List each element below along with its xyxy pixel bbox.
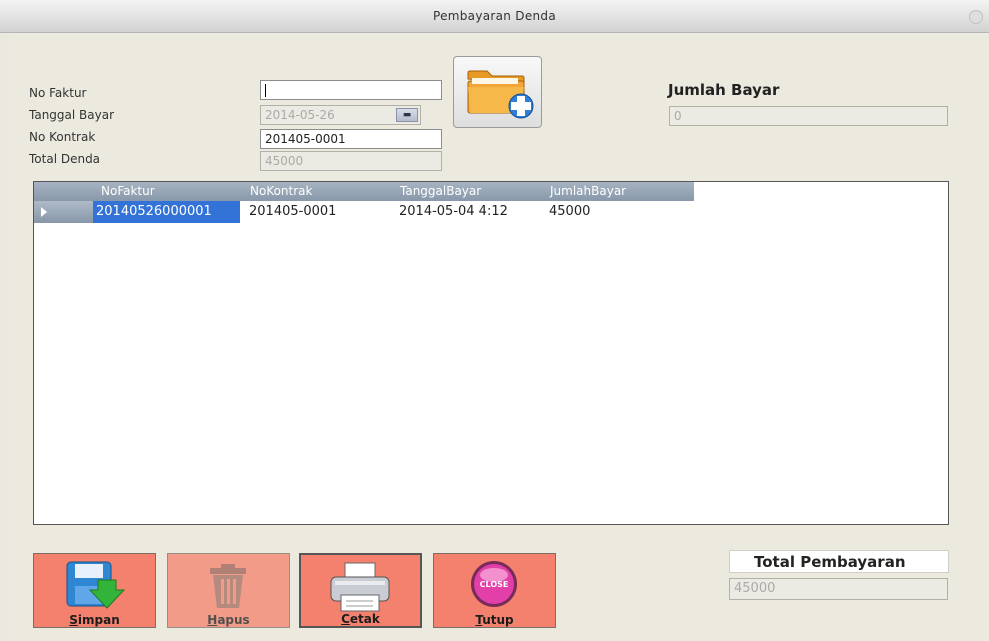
folder-add-icon [467, 70, 534, 119]
column-header-nofaktur[interactable]: NoFaktur [101, 184, 155, 198]
table-row[interactable]: 20140526000001 201405-0001 2014-05-04 4:… [34, 201, 694, 223]
text-cursor [265, 84, 266, 97]
cell-tanggalbayar[interactable]: 2014-05-04 4:12 [399, 204, 508, 219]
trash-icon [210, 564, 246, 608]
grid-header: NoFaktur NoKontrak TanggalBayar JumlahBa… [34, 182, 694, 201]
cell-jumlahbayar[interactable]: 45000 [549, 204, 590, 219]
total-pembayaran-value: 45000 [734, 581, 776, 596]
close-badge-text: CLOSE [480, 580, 509, 589]
simpan-label: Simpan [69, 613, 120, 627]
cetak-label: Cetak [341, 612, 380, 626]
simpan-button[interactable]: Simpan [33, 553, 156, 628]
no-kontrak-value: 201405-0001 [265, 132, 346, 146]
column-header-nokontrak[interactable]: NoKontrak [250, 184, 312, 198]
total-pembayaran-input[interactable]: 45000 [729, 578, 948, 600]
tutup-label: Tutup [475, 613, 514, 627]
cell-nokontrak[interactable]: 201405-0001 [249, 204, 336, 219]
total-denda-label: Total Denda [29, 152, 101, 166]
hapus-button[interactable]: Hapus [167, 553, 290, 628]
no-faktur-label: No Faktur [29, 86, 87, 100]
window-close-icon[interactable] [969, 10, 983, 24]
form-body: No Faktur Tanggal Bayar No Kontrak Total… [9, 33, 989, 641]
cell-nofaktur[interactable]: 20140526000001 [93, 201, 240, 223]
no-faktur-input[interactable] [260, 80, 442, 100]
pembayaran-denda-window: Pembayaran Denda No Faktur Tanggal Bayar… [0, 0, 989, 641]
tutup-button[interactable]: CLOSE Tutup [433, 553, 556, 628]
row-pointer-icon [41, 207, 47, 217]
printer-icon [330, 562, 390, 612]
jumlah-bayar-heading: Jumlah Bayar [668, 81, 780, 99]
no-kontrak-label: No Kontrak [29, 130, 96, 144]
tanggal-bayar-value: 2014-05-26 [265, 108, 335, 122]
window-title: Pembayaran Denda [432, 9, 556, 23]
column-header-jumlahbayar[interactable]: JumlahBayar [550, 184, 626, 198]
no-kontrak-input[interactable]: 201405-0001 [260, 129, 442, 149]
column-header-tanggalbayar[interactable]: TanggalBayar [400, 184, 481, 198]
add-folder-button[interactable] [453, 56, 542, 128]
total-denda-input[interactable]: 45000 [260, 151, 442, 171]
cetak-button[interactable]: Cetak [299, 553, 422, 628]
tanggal-bayar-date-picker[interactable]: 2014-05-26 ▬ [260, 105, 421, 125]
date-dropdown-button[interactable]: ▬ [396, 108, 418, 122]
close-badge-icon: CLOSE [471, 561, 517, 607]
row-selector[interactable] [34, 201, 93, 223]
jumlah-bayar-value: 0 [674, 109, 682, 123]
total-pembayaran-heading: Total Pembayaran [729, 550, 949, 573]
jumlah-bayar-input[interactable]: 0 [669, 106, 948, 126]
total-denda-value: 45000 [265, 154, 304, 168]
tanggal-bayar-label: Tanggal Bayar [29, 108, 115, 122]
hapus-label: Hapus [207, 613, 250, 627]
floppy-disk-icon [66, 561, 126, 609]
title-bar[interactable]: Pembayaran Denda [0, 0, 989, 33]
payments-grid[interactable]: NoFaktur NoKontrak TanggalBayar JumlahBa… [33, 181, 949, 525]
